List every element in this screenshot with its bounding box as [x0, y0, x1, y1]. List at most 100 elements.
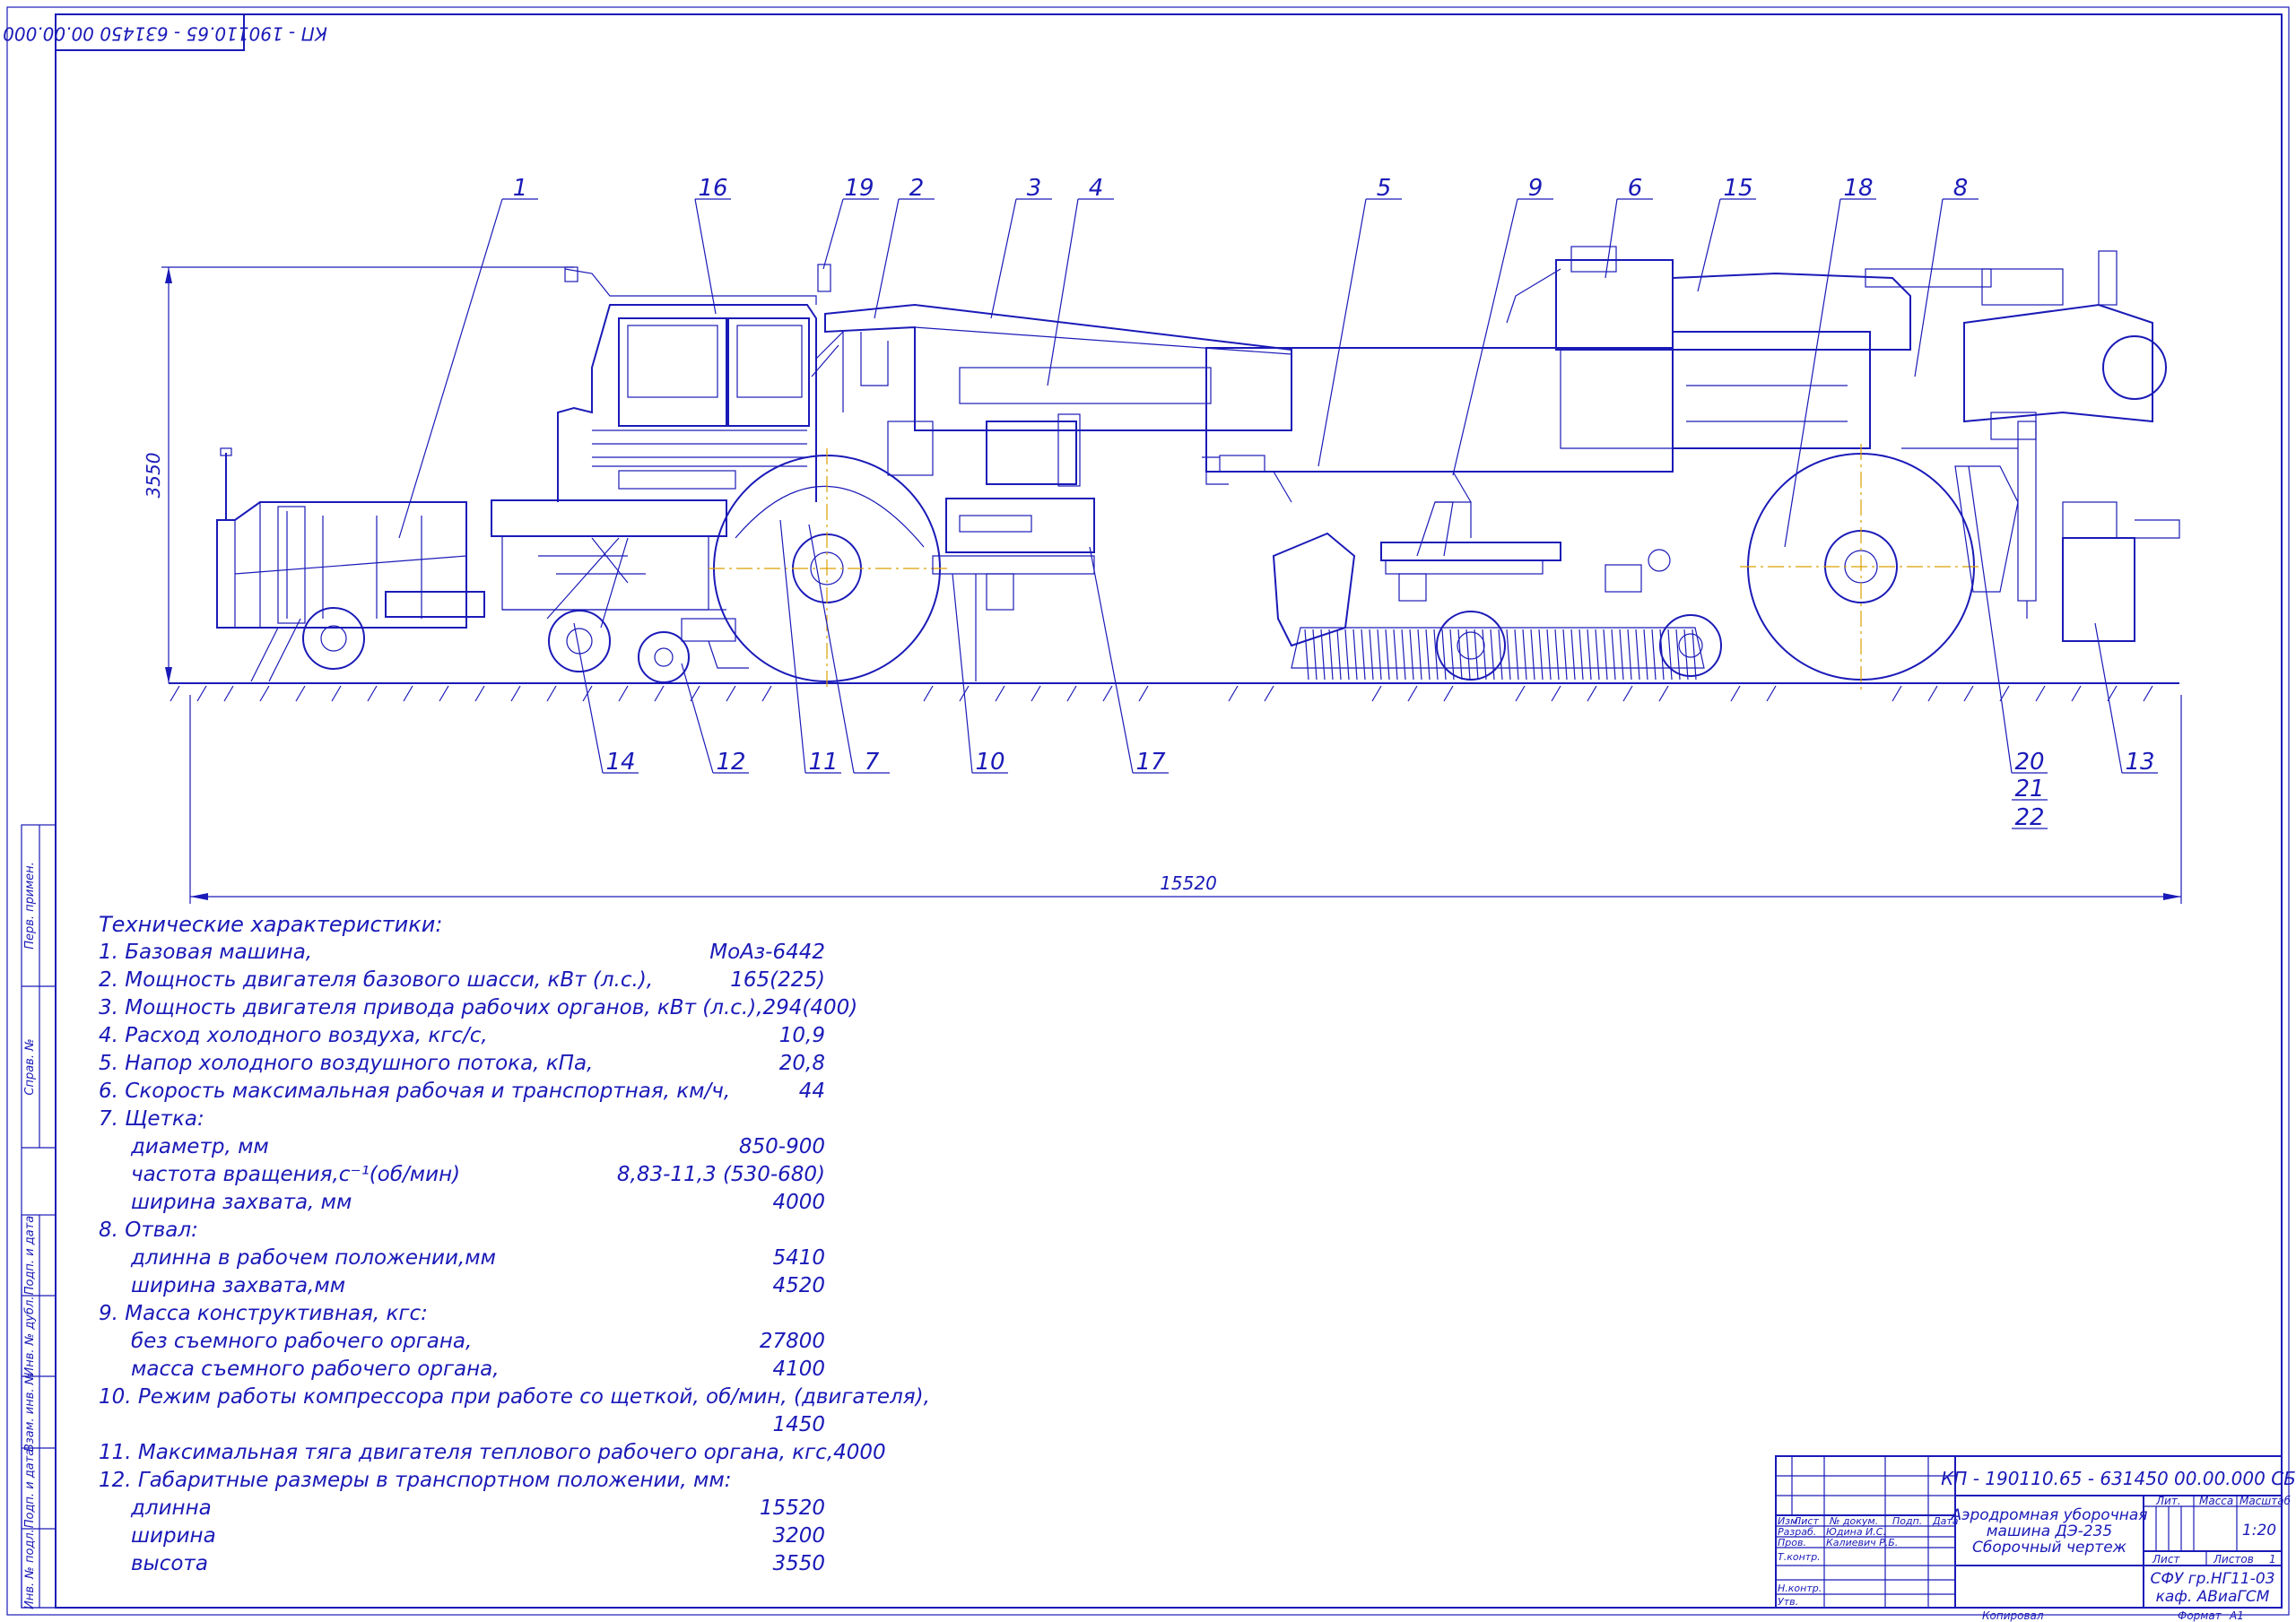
person-check: Калиевич Р.Б. — [1826, 1537, 1898, 1548]
spec-row: 7. Щетка: — [99, 1106, 834, 1133]
callout-leader — [808, 524, 855, 774]
spec-value: 294(400) — [762, 996, 858, 1019]
specs-list: 1. Базовая машина, МоАз-6442 2. Мощность д… — [99, 939, 930, 1578]
spec-row: ширина 3200 — [99, 1522, 834, 1550]
side-label-4: Инв. № дубл. — [23, 1297, 37, 1376]
role-approve: Утв. — [1778, 1596, 1798, 1608]
format-label: Формат — [2178, 1609, 2222, 1622]
role-tcontrol: Т.контр. — [1778, 1551, 1821, 1563]
callout-leader — [1318, 198, 1367, 467]
mass-label: Масса — [2199, 1495, 2233, 1507]
spec-value: 3550 — [772, 1552, 825, 1575]
spec-value — [930, 1383, 939, 1411]
callout-leader — [1089, 546, 1134, 774]
side-label-2: Справ. № — [23, 1038, 37, 1095]
callout-leader — [1697, 198, 1721, 292]
spec-value: 27800 — [759, 1330, 825, 1353]
callout-2: 2 — [909, 175, 925, 202]
spec-row: масса съемного рабочего органа, 4100 — [99, 1356, 834, 1383]
spec-value — [825, 1467, 834, 1495]
spec-label: 4. Расход холодного воздуха, кгс/с, — [99, 1024, 488, 1047]
spec-label: 11. Максимальная тяга двигателя тепловог… — [99, 1441, 834, 1464]
spec-row: 9. Масса конструктивная, кгс: — [99, 1300, 834, 1328]
spec-value: 4000 — [772, 1191, 825, 1214]
spec-row: высота 3550 — [99, 1550, 834, 1578]
spec-value: 850-900 — [738, 1135, 825, 1158]
callout-16: 16 — [698, 175, 727, 202]
spec-row: 5. Напор холодного воздушного потока, кП… — [99, 1050, 834, 1078]
scale-value: 1:20 — [2242, 1522, 2276, 1540]
callout-12: 12 — [716, 749, 745, 776]
technical-specs: Технические характеристики: 1. Базовая м… — [99, 911, 930, 1578]
callout-leader — [681, 663, 714, 774]
spec-row: 3. Мощность двигателя привода рабочих ор… — [99, 994, 857, 1022]
callout-leader — [1968, 465, 2013, 774]
callout-leader — [1784, 198, 1841, 548]
callout-11: 11 — [808, 749, 838, 776]
spec-label: 5. Напор холодного воздушного потока, кП… — [99, 1052, 594, 1075]
spec-label: 7. Щетка: — [99, 1107, 204, 1131]
side-label-6: Подп. и дата — [23, 1449, 37, 1529]
spec-label: 8. Отвал: — [99, 1219, 198, 1242]
callout-21: 21 — [2014, 776, 2044, 802]
spec-value: 15520 — [759, 1496, 825, 1520]
spec-row: длинна в рабочем положении,мм 5410 — [99, 1245, 834, 1272]
spec-row: 11. Максимальная тяга двигателя тепловог… — [99, 1439, 886, 1467]
spec-label: ширина захвата,мм — [131, 1274, 346, 1297]
spec-value: 4520 — [772, 1274, 825, 1297]
top-stamp-text: КП - 190110.65 - 631450 00.00.000 СБ — [0, 23, 327, 45]
col-sign: Подп. — [1892, 1515, 1922, 1527]
spec-value: 165(225) — [730, 968, 825, 992]
callout-10: 10 — [975, 749, 1004, 776]
specs-title: Технические характеристики: — [99, 912, 443, 937]
drawing-code: КП - 190110.65 - 631450 00.00.000 СБ — [1941, 1468, 2296, 1489]
callout-leader — [2094, 622, 2123, 774]
length-dimension-label: 15520 — [1160, 872, 1217, 894]
spec-label: 10. Режим работы компрессора при работе … — [99, 1385, 930, 1409]
drawing-name-3: Сборочный чертеж — [1972, 1539, 2127, 1557]
main-body — [811, 303, 1292, 431]
spec-value: 1450 — [772, 1413, 825, 1436]
side-label-7: Инв. № подл. — [23, 1529, 37, 1609]
callout-leader — [822, 198, 844, 270]
spec-label: без съемного рабочего органа, — [131, 1330, 473, 1353]
front-wheel — [709, 448, 951, 690]
central-beam — [1202, 347, 1674, 503]
callout-9: 9 — [1528, 175, 1544, 202]
rear-wheel — [1740, 444, 1982, 690]
spec-label: диаметр, мм — [131, 1135, 269, 1158]
spec-value: 4000 — [833, 1441, 886, 1464]
callout-leader — [1605, 198, 1618, 279]
callout-leader — [990, 198, 1017, 319]
spec-label: 12. Габаритные размеры в транспортном по… — [99, 1469, 732, 1492]
title-block: Изм. Лист № докум. Подп. Дата Разраб. Пр… — [1775, 1455, 2296, 1622]
drawing-name-1: Аэродромная уборочная — [1950, 1506, 2147, 1524]
scale-label: Масштаб — [2239, 1495, 2292, 1507]
callout-leader — [1914, 198, 1944, 377]
callout-leader — [1047, 198, 1079, 386]
spec-row: 1450 — [99, 1411, 834, 1439]
callout-18: 18 — [1843, 175, 1873, 202]
spec-label: частота вращения,с⁻¹(об/мин) — [131, 1163, 461, 1186]
callout-22: 22 — [2014, 804, 2044, 831]
spec-value — [825, 1300, 834, 1328]
callout-leader — [398, 198, 503, 539]
machine-drawing — [216, 246, 2180, 690]
callout-15: 15 — [1723, 175, 1752, 202]
spec-label: высота — [131, 1552, 208, 1575]
spec-row: 2. Мощность двигателя базового шасси, кВ… — [99, 967, 834, 994]
lit-label: Лит. — [2155, 1495, 2181, 1507]
spec-row: без съемного рабочего органа, 27800 — [99, 1328, 834, 1356]
format-value: А1 — [2229, 1609, 2244, 1622]
drawing-name-2: машина ДЭ-235 — [1987, 1522, 2113, 1540]
length-dimension: 15520 — [189, 695, 2182, 904]
callout-14: 14 — [605, 749, 635, 776]
spec-row: ширина захвата,мм 4520 — [99, 1272, 834, 1300]
callout-leader — [779, 519, 806, 774]
spec-row: частота вращения,с⁻¹(об/мин) 8,83-11,3 (5… — [99, 1161, 834, 1189]
spec-row: диаметр, мм 850-900 — [99, 1133, 834, 1161]
spec-label: ширина — [131, 1524, 216, 1548]
sheet-label: Лист — [2152, 1553, 2180, 1566]
spec-value: 3200 — [772, 1524, 825, 1548]
callout-3: 3 — [1027, 175, 1042, 202]
